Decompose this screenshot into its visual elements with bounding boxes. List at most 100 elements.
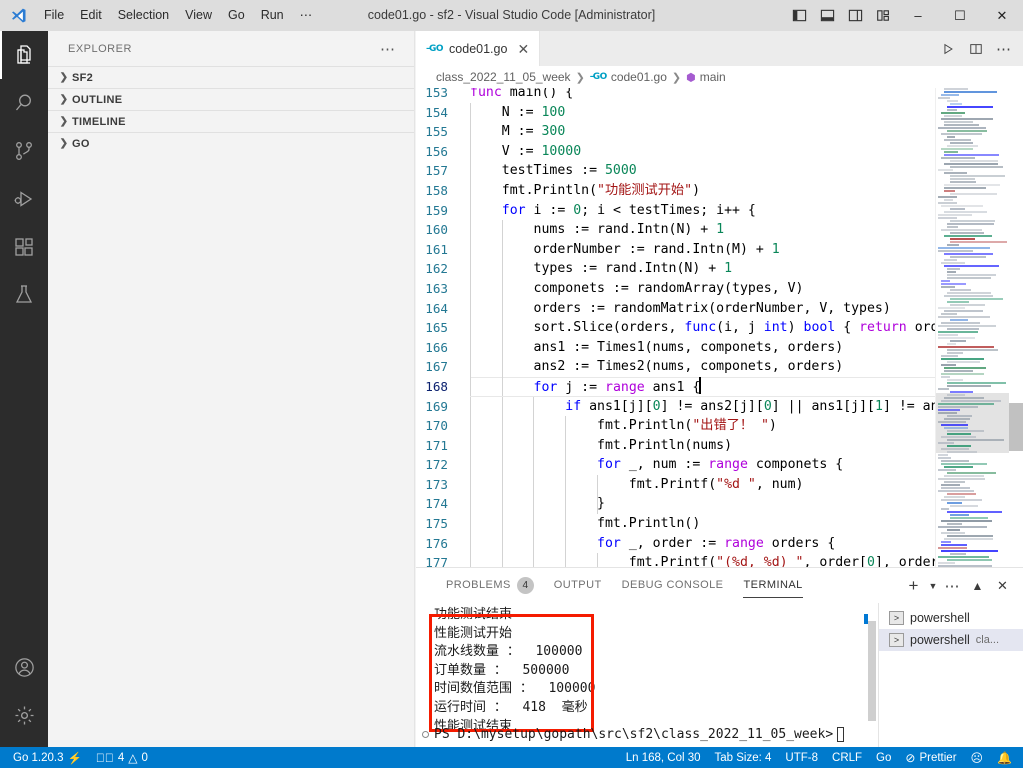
code-content[interactable]: 153 func main() {154 N := 100 155 M := 300… [416,88,939,584]
code-line[interactable]: 165 sort.Slice(orders, func(i, j int) bo… [416,318,939,338]
scrollbar-thumb[interactable] [868,621,876,721]
status-cursor-position[interactable]: Ln 168, Col 30 [619,747,708,768]
code-line[interactable]: 174 } [416,494,939,515]
maximize-panel-icon[interactable]: ▲ [965,571,990,601]
sidebar-item-source-control[interactable] [0,127,48,175]
terminal-list-item[interactable]: > powershell [864,607,1023,629]
close-icon[interactable]: ✕ [517,42,529,56]
code-line[interactable]: 153 func main() { [416,88,939,103]
sidebar-item-explorer[interactable] [0,31,48,79]
sidebar-item-testing[interactable] [0,271,48,319]
code-line[interactable]: 160 nums := rand.Intn(N) + 1 [416,220,939,240]
status-go-version[interactable]: Go 1.20.3 ⚡ [6,747,89,768]
code-line[interactable]: 157 testTimes := 5000 [416,161,939,181]
code-line[interactable]: 164 orders := randomMatrix(orderNumber, … [416,298,939,319]
close-panel-icon[interactable]: ✕ [990,571,1015,601]
code-line[interactable]: 175 fmt.Println() [416,514,939,534]
menu-edit[interactable]: Edit [72,0,110,31]
sidebar-item-run-and-debug[interactable] [0,175,48,223]
maximize-button[interactable]: ☐ [939,0,981,31]
minimap[interactable] [935,88,1009,589]
more-actions-icon[interactable]: ⋯ [991,34,1017,64]
new-terminal-icon[interactable]: + [901,571,926,601]
minimize-button[interactable]: – [897,0,939,31]
status-indentation[interactable]: Tab Size: 4 [708,747,779,768]
terminal-list-item[interactable]: > powershell cla... [879,629,1023,651]
error-count: 4 [117,751,125,764]
gear-icon[interactable] [0,691,48,739]
tab-problems[interactable]: PROBLEMS 4 [436,568,544,603]
menu-selection[interactable]: Selection [110,0,177,31]
editor-vertical-scrollbar[interactable] [1009,88,1023,589]
status-encoding[interactable]: UTF-8 [778,747,825,768]
menu-more[interactable]: ⋯ [292,0,321,31]
breadcrumb-file[interactable]: GO code01.go [590,70,667,84]
status-feedback[interactable]: ☹ [964,747,991,768]
line-text: } [470,494,605,515]
minimap-line [938,334,958,336]
code-line[interactable]: 176 for _, order := range orders { [416,533,939,554]
code-line[interactable]: 170 fmt.Println("出错了！ ") [416,416,939,436]
indent-guide [470,416,471,436]
code-line[interactable]: 173 fmt.Printf("%d ", num) [416,474,939,495]
account-icon[interactable] [0,643,48,691]
code-line[interactable]: 156 V := 10000 [416,141,939,162]
code-line[interactable]: 162 types := rand.Intn(N) + 1 [416,259,939,279]
code-line[interactable]: 171 fmt.Println(nums) [416,435,939,456]
sidebar-more-actions-icon[interactable]: ⋯ [380,40,406,58]
sidebar-section-sf2[interactable]: ❯ SF2 [48,66,414,88]
terminal-dropdown-icon[interactable]: ▼ [926,571,940,601]
sidebar-item-extensions[interactable] [0,223,48,271]
code-line[interactable]: 159 for i := 0; i < testTimes; i++ { [416,200,939,221]
code-line[interactable]: 163 componets := randomArray(types, V) [416,278,939,299]
minimap-line [938,442,955,444]
minimap-slider[interactable] [936,393,1009,453]
minimap-line [938,307,965,309]
run-icon[interactable] [935,34,961,64]
status-prettier[interactable]: ⊘ Prettier [898,747,963,768]
breadcrumb-folder[interactable]: class_2022_11_05_week [436,70,571,84]
code-line[interactable]: 169 if ans1[j][0] != ans2[j][0] || ans1[… [416,396,939,417]
customize-layout-icon[interactable] [869,0,897,31]
menu-view[interactable]: View [177,0,220,31]
explorer-sidebar: EXPLORER ⋯ ❯ SF2 ❯ OUTLINE ❯ TIMELINE ❯ … [48,31,415,747]
editor-body[interactable]: 153 func main() {154 N := 100 155 M := 300… [416,88,1023,589]
tab-debug-console[interactable]: DEBUG CONSOLE [612,568,734,603]
menu-run[interactable]: Run [253,0,292,31]
code-line[interactable]: 154 N := 100 [416,102,939,123]
status-notifications[interactable]: 🔔 [990,747,1019,768]
code-line[interactable]: 168 for j := range ans1 { [416,376,939,397]
status-problems[interactable]: ✖⃝ 4 △ 0 [89,747,155,768]
code-line[interactable]: 155 M := 300 [416,122,939,142]
tab-code01-go[interactable]: GO code01.go ✕ [416,31,541,66]
menu-file[interactable]: File [36,0,72,31]
breadcrumb-symbol[interactable]: ⬢ main [686,70,726,84]
tab-output[interactable]: OUTPUT [544,568,612,603]
code-line[interactable]: 172 for _, num := range componets { [416,455,939,475]
indent-guide [501,416,503,436]
status-eol[interactable]: CRLF [825,747,869,768]
code-line[interactable]: 161 orderNumber := rand.Intn(M) + 1 [416,239,939,260]
menu-go[interactable]: Go [220,0,253,31]
toggle-secondary-sidebar-icon[interactable] [841,0,869,31]
sidebar-item-search[interactable] [0,79,48,127]
minimap-line [950,166,1004,168]
more-actions-icon[interactable]: ⋯ [940,571,965,601]
indentation-label: Tab Size: 4 [714,751,772,764]
close-button[interactable]: ✕ [981,0,1023,31]
toggle-primary-sidebar-icon[interactable] [785,0,813,31]
code-line[interactable]: 166 ans1 := Times1(nums, componets, orde… [416,337,939,358]
status-language-mode[interactable]: Go [869,747,898,768]
minimap-line [941,520,992,522]
code-line[interactable]: 167 ans2 := Times2(nums, componets, orde… [416,357,939,377]
sidebar-section-go[interactable]: ❯ GO [48,132,414,154]
code-line[interactable]: 158 fmt.Println("功能测试开始") [416,180,939,201]
split-editor-icon[interactable] [963,34,989,64]
sidebar-section-outline[interactable]: ❯ OUTLINE [48,88,414,110]
scrollbar-thumb[interactable] [1009,403,1023,451]
tab-terminal[interactable]: TERMINAL [733,568,812,603]
terminal-prompt-row[interactable]: PS D:\mysetup\gopath\src\sf2\class_2022_… [416,724,1023,744]
sidebar-section-timeline[interactable]: ❯ TIMELINE [48,110,414,132]
toggle-panel-icon[interactable] [813,0,841,31]
indent-guide [470,122,471,142]
